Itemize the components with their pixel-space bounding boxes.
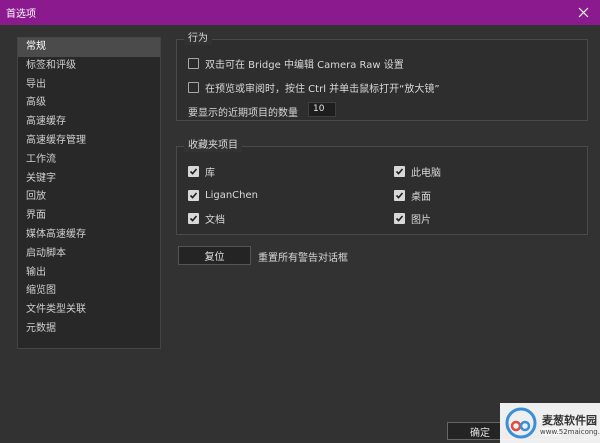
sidebar-item-thumbnails[interactable]: 缩览图 <box>18 282 160 301</box>
sidebar-item-output[interactable]: 输出 <box>18 264 160 283</box>
favorite-documents-label: 文档 <box>205 214 225 226</box>
sidebar-item-keywords[interactable]: 关键字 <box>18 170 160 189</box>
watermark-name: 麦葱软件园 <box>542 414 597 427</box>
checkmark-icon <box>395 167 404 175</box>
loupe-checkbox[interactable] <box>188 81 199 93</box>
sidebar-item-media-cache[interactable]: 媒体高速缓存 <box>18 226 160 245</box>
favorite-item-pictures[interactable]: 图片 <box>394 211 431 226</box>
sidebar-item-playback[interactable]: 回放 <box>18 188 160 207</box>
recent-items-input[interactable]: 10 <box>308 102 336 117</box>
favorite-library-label: 库 <box>205 167 215 179</box>
favorite-pictures-checkbox[interactable] <box>394 212 405 224</box>
favorite-item-library[interactable]: 库 <box>188 164 215 179</box>
behavior-legend: 行为 <box>184 33 212 45</box>
title-bar: 首选项 <box>0 0 600 25</box>
loupe-label: 在预览或审阅时，按住 Ctrl 并单击鼠标打开“放大镜” <box>205 83 440 95</box>
favorite-pictures-label: 图片 <box>411 214 431 226</box>
recent-items-label: 要显示的近期项目的数量 <box>188 108 298 119</box>
favorite-documents-checkbox[interactable] <box>188 212 199 224</box>
favorite-desktop-label: 桌面 <box>411 191 431 203</box>
sidebar-item-advanced[interactable]: 高级 <box>18 94 160 113</box>
watermark-url: www.52maicong.com <box>540 428 600 436</box>
favorite-desktop-checkbox[interactable] <box>394 189 405 201</box>
reset-warnings-button[interactable]: 复位 <box>178 246 251 265</box>
double-click-camera-raw-checkbox[interactable] <box>188 57 199 69</box>
checkmark-icon <box>395 214 404 222</box>
close-button[interactable] <box>566 0 600 25</box>
checkmark-icon <box>395 191 404 199</box>
checkmark-icon <box>189 214 198 222</box>
double-click-camera-raw-option[interactable]: 双击可在 Bridge 中编辑 Camera Raw 设置 <box>188 56 404 71</box>
sidebar-item-export[interactable]: 导出 <box>18 76 160 95</box>
sidebar-item-interface[interactable]: 界面 <box>18 207 160 226</box>
sidebar-item-workflow[interactable]: 工作流 <box>18 151 160 170</box>
double-click-camera-raw-label: 双击可在 Bridge 中编辑 Camera Raw 设置 <box>205 59 404 71</box>
favorite-item-documents[interactable]: 文档 <box>188 211 225 226</box>
favorites-legend: 收藏夹项目 <box>184 140 242 152</box>
sidebar-item-general[interactable]: 常规 <box>18 38 160 57</box>
sidebar-item-cache[interactable]: 高速缓存 <box>18 113 160 132</box>
watermark-logo-icon <box>505 407 537 439</box>
favorite-item-this-pc[interactable]: 此电脑 <box>394 164 441 179</box>
checkmark-icon <box>189 167 198 175</box>
sidebar-item-metadata[interactable]: 元数据 <box>18 320 160 339</box>
close-icon <box>578 7 588 18</box>
favorite-this-pc-checkbox[interactable] <box>394 165 405 177</box>
checkmark-icon <box>189 191 198 199</box>
sidebar-item-cache-management[interactable]: 高速缓存管理 <box>18 132 160 151</box>
loupe-option[interactable]: 在预览或审阅时，按住 Ctrl 并单击鼠标打开“放大镜” <box>188 80 440 95</box>
sidebar-item-labels-ratings[interactable]: 标签和评级 <box>18 57 160 76</box>
preferences-category-list: 常规 标签和评级 导出 高级 高速缓存 高速缓存管理 工作流 关键字 回放 界面… <box>17 37 161 349</box>
sidebar-item-file-type-associations[interactable]: 文件类型关联 <box>18 301 160 320</box>
favorite-this-pc-label: 此电脑 <box>411 167 441 179</box>
window-title: 首选项 <box>6 9 36 20</box>
sidebar-item-startup-scripts[interactable]: 启动脚本 <box>18 245 160 264</box>
favorite-item-desktop[interactable]: 桌面 <box>394 188 431 203</box>
favorite-library-checkbox[interactable] <box>188 165 199 177</box>
favorite-user-checkbox[interactable] <box>188 189 199 201</box>
favorite-item-user[interactable]: LiganChen <box>188 188 258 202</box>
reset-warnings-description: 重置所有警告对话框 <box>258 253 348 264</box>
favorite-user-label: LiganChen <box>205 189 258 201</box>
